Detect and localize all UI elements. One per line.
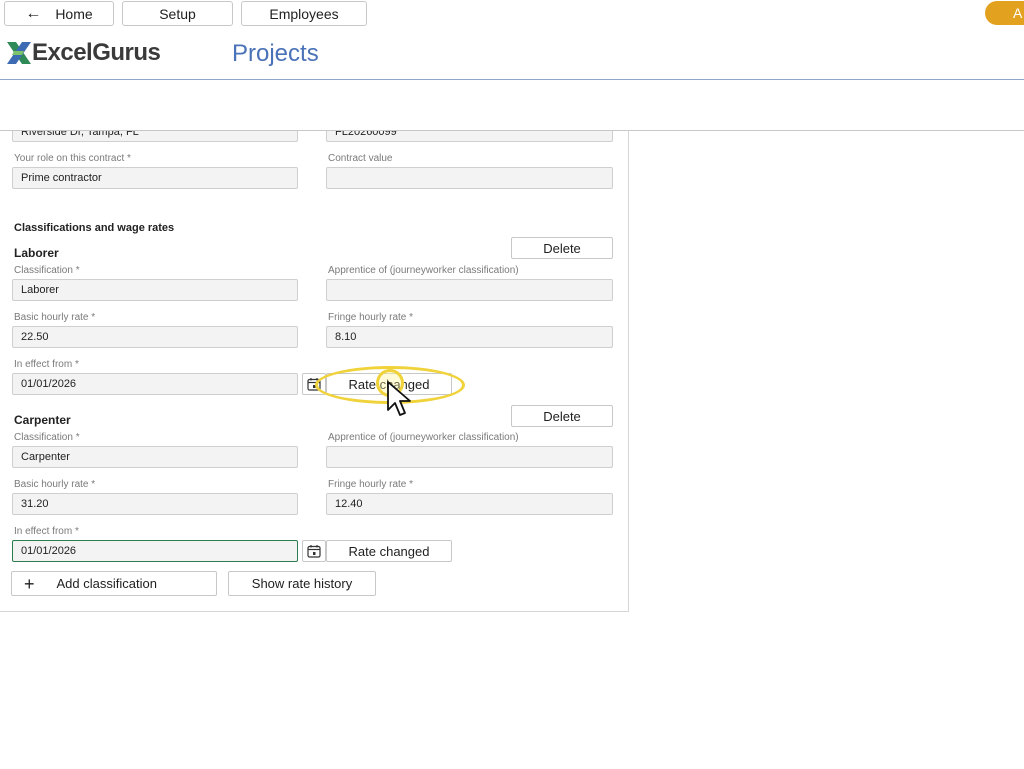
- contract-number-field[interactable]: FL20260099: [326, 131, 613, 142]
- employees-label: Employees: [269, 5, 339, 22]
- classification-title: Laborer: [14, 246, 59, 260]
- apprentice-label: Apprentice of (journeyworker classificat…: [328, 432, 519, 443]
- apprentice-field[interactable]: [326, 279, 613, 301]
- contract-value-field[interactable]: [326, 167, 613, 189]
- effect-date-label: In effect from *: [14, 526, 79, 537]
- effect-date-field[interactable]: 01/01/2026: [12, 540, 298, 562]
- home-button[interactable]: ← Home: [4, 1, 114, 26]
- setup-label: Setup: [159, 5, 196, 22]
- address-field[interactable]: Riverside Dr, Tampa, FL: [12, 131, 298, 142]
- add-classification-label: Add classification: [56, 576, 157, 591]
- home-label: Home: [55, 5, 93, 22]
- apprentice-label: Apprentice of (journeyworker classificat…: [328, 265, 519, 276]
- role-label: Your role on this contract *: [14, 153, 131, 164]
- role-field[interactable]: Prime contractor: [12, 167, 298, 189]
- delete-label: Delete: [543, 240, 581, 256]
- calendar-icon: [307, 545, 321, 558]
- rate-changed-button[interactable]: Rate changed: [326, 540, 452, 562]
- delete-button[interactable]: Delete: [511, 237, 613, 259]
- show-rate-history-label: Show rate history: [251, 576, 353, 591]
- basic-rate-label: Basic hourly rate *: [14, 312, 96, 323]
- contract-form-panel: Riverside Dr, Tampa, FL FL20260099 Your …: [0, 131, 629, 612]
- header-divider: [0, 79, 1024, 80]
- classification-field[interactable]: Carpenter: [12, 446, 298, 468]
- panel-right-border: [628, 131, 629, 612]
- excelgurus-logo-icon: [5, 40, 33, 66]
- basic-rate-field[interactable]: 22.50: [12, 326, 298, 348]
- classification-title: Carpenter: [14, 413, 71, 427]
- account-pill-button[interactable]: A: [985, 1, 1024, 25]
- plus-icon: +: [24, 573, 35, 594]
- classification-field[interactable]: Laborer: [12, 279, 298, 301]
- classifications-section-title: Classifications and wage rates: [14, 222, 175, 234]
- fringe-rate-field[interactable]: 12.40: [326, 493, 613, 515]
- delete-label: Delete: [543, 408, 581, 424]
- classification-label: Classification *: [14, 432, 80, 443]
- logo-text: ExcelGurus: [32, 39, 161, 66]
- show-rate-history-button[interactable]: Show rate history: [228, 571, 376, 596]
- setup-button[interactable]: Setup: [122, 1, 233, 26]
- panel-bottom-border: [0, 611, 629, 612]
- arrow-left-icon: ←: [25, 4, 42, 22]
- basic-rate-field[interactable]: 31.20: [12, 493, 298, 515]
- account-pill-label: A: [1013, 5, 1023, 21]
- delete-button[interactable]: Delete: [511, 405, 613, 427]
- fringe-rate-field[interactable]: 8.10: [326, 326, 613, 348]
- employees-button[interactable]: Employees: [241, 1, 367, 26]
- contract-value-label: Contract value: [328, 153, 393, 164]
- basic-rate-label: Basic hourly rate *: [14, 479, 96, 490]
- fringe-rate-label: Fringe hourly rate *: [328, 312, 414, 323]
- mouse-pointer-icon: [386, 380, 414, 420]
- classification-label: Classification *: [14, 265, 80, 276]
- fringe-rate-label: Fringe hourly rate *: [328, 479, 414, 490]
- page-title: Projects: [232, 40, 319, 67]
- calendar-button[interactable]: [302, 540, 326, 562]
- rate-changed-label: Rate changed: [348, 543, 430, 559]
- apprentice-field[interactable]: [326, 446, 613, 468]
- add-classification-button[interactable]: + Add classification: [11, 571, 217, 596]
- effect-date-field[interactable]: 01/01/2026: [12, 373, 298, 395]
- effect-date-label: In effect from *: [14, 359, 79, 370]
